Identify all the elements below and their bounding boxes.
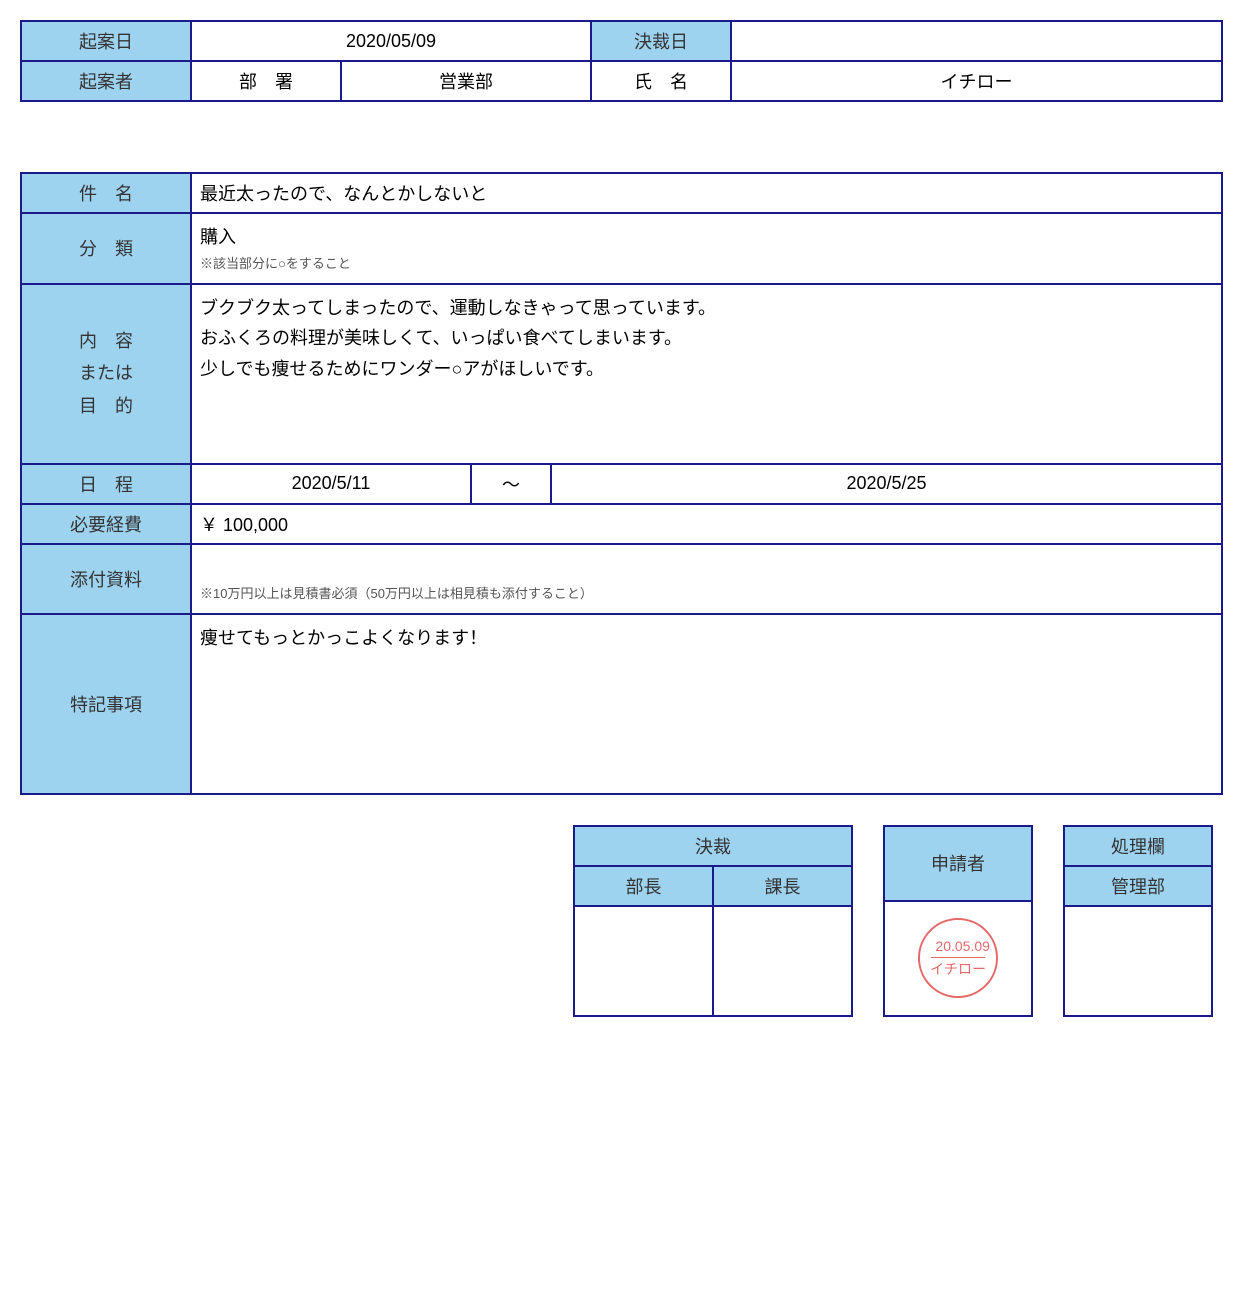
schedule-to: 2020/5/25 (551, 464, 1222, 504)
schedule-from: 2020/5/11 (191, 464, 471, 504)
decision-header: 決裁 (574, 826, 852, 866)
drafter-label: 起案者 (21, 61, 191, 101)
main-table: 件 名 最近太ったので、なんとかしないと 分 類 購入 ※該当部分に○をすること… (20, 172, 1223, 795)
kacho-label: 課長 (713, 866, 852, 906)
decision-date-value (731, 21, 1222, 61)
schedule-tilde: 〜 (471, 464, 551, 504)
content-label: 内 容 または 目 的 (21, 284, 191, 464)
applicant-table: 申請者 20.05.09 イチロー (883, 825, 1033, 1017)
process-table: 処理欄 管理部 (1063, 825, 1213, 1017)
cost-value: ￥ 100,000 (191, 504, 1222, 544)
process-header: 処理欄 (1064, 826, 1212, 866)
schedule-label: 日 程 (21, 464, 191, 504)
dept-value: 営業部 (341, 61, 591, 101)
content-label-line1: 内 容 (30, 325, 182, 357)
attach-cell: ※10万円以上は見積書必須（50万円以上は相見積も添付すること） (191, 544, 1222, 614)
name-label: 氏 名 (591, 61, 731, 101)
content-value: ブクブク太ってしまったので、運動しなきゃって思っています。 おふくろの料理が美味… (191, 284, 1222, 464)
remarks-value: 痩せてもっとかっこよくなります！ (191, 614, 1222, 794)
applicant-stamp-cell: 20.05.09 イチロー (884, 901, 1032, 1016)
category-note: ※該当部分に○をすること (200, 253, 1213, 275)
category-cell: 購入 ※該当部分に○をすること (191, 213, 1222, 284)
name-value: イチロー (731, 61, 1222, 101)
subject-label: 件 名 (21, 173, 191, 213)
dept-label: 部 署 (191, 61, 341, 101)
stamp-name: イチロー (930, 958, 986, 980)
kacho-stamp-cell (713, 906, 852, 1016)
content-label-line2: または (30, 357, 182, 389)
bucho-label: 部長 (574, 866, 713, 906)
subject-value: 最近太ったので、なんとかしないと (191, 173, 1222, 213)
attach-label: 添付資料 (21, 544, 191, 614)
bucho-stamp-cell (574, 906, 713, 1016)
content-label-line3: 目 的 (30, 390, 182, 422)
category-label: 分 類 (21, 213, 191, 284)
draft-date-label: 起案日 (21, 21, 191, 61)
remarks-label: 特記事項 (21, 614, 191, 794)
header-table: 起案日 2020/05/09 決裁日 起案者 部 署 営業部 氏 名 イチロー (20, 20, 1223, 102)
category-value: 購入 (200, 222, 1213, 253)
hanko-stamp-icon: 20.05.09 イチロー (918, 918, 998, 998)
decision-date-label: 決裁日 (591, 21, 731, 61)
stamp-date: 20.05.09 (931, 937, 984, 958)
draft-date-value: 2020/05/09 (191, 21, 591, 61)
applicant-header: 申請者 (884, 826, 1032, 901)
kanri-label: 管理部 (1064, 866, 1212, 906)
decision-table: 決裁 部長 課長 (573, 825, 853, 1017)
cost-label: 必要経費 (21, 504, 191, 544)
kanri-stamp-cell (1064, 906, 1212, 1016)
approval-area: 決裁 部長 課長 申請者 20.05.09 イチロー 処理欄 (20, 825, 1223, 1017)
attach-note: ※10万円以上は見積書必須（50万円以上は相見積も添付すること） (200, 583, 1213, 605)
